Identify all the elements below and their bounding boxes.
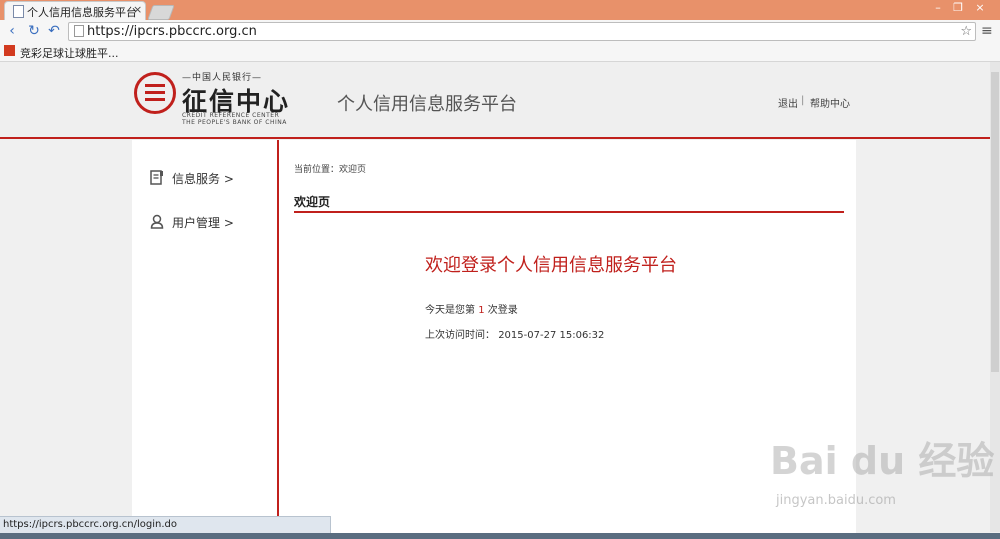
sidebar-item-label: 用户管理 > bbox=[172, 216, 234, 230]
logo-en-line1: CREDIT REFERENCE CENTER bbox=[182, 112, 280, 119]
scrollbar-thumb[interactable] bbox=[991, 72, 999, 372]
sidebar-item-label: 信息服务 > bbox=[172, 172, 234, 186]
browser-toolbar: ‹ ↻ ↶ https://ipcrs.pbccrc.org.cn ☆ ≡ bbox=[0, 20, 1000, 42]
watermark-url: jingyan.baidu.com bbox=[776, 493, 896, 508]
sidebar-item-user-management[interactable]: 用户管理 > bbox=[150, 213, 270, 233]
content-panel: 信息服务 > 用户管理 > 当前位置：欢迎页 欢迎页 欢迎登录个人信用信息服务平… bbox=[132, 140, 856, 539]
tab-close-icon[interactable]: × bbox=[133, 3, 142, 16]
sidebar-item-info-service[interactable]: 信息服务 > bbox=[150, 169, 270, 189]
section-divider bbox=[294, 211, 844, 213]
url-text[interactable]: https://ipcrs.pbccrc.org.cn bbox=[87, 23, 257, 40]
document-icon bbox=[150, 170, 163, 185]
help-center-link[interactable]: 帮助中心 bbox=[810, 95, 850, 110]
header-separator: | bbox=[801, 95, 805, 106]
last-visit-value: 2015-07-27 15:06:32 bbox=[498, 330, 605, 341]
login-count-number: 1 bbox=[478, 305, 485, 316]
new-tab-button[interactable] bbox=[147, 5, 175, 20]
login-suffix: 次登录 bbox=[487, 305, 518, 316]
os-taskbar bbox=[0, 533, 1000, 539]
status-url: https://ipcrs.pbccrc.org.cn/login.do bbox=[3, 519, 178, 530]
left-nav: 信息服务 > 用户管理 > bbox=[132, 140, 279, 539]
restore-button[interactable]: ❐ bbox=[950, 2, 966, 14]
login-count-text: 今天是您第 1 次登录 bbox=[425, 301, 518, 316]
bookmark-bar: 竞彩足球让球胜平... bbox=[0, 42, 1000, 62]
reload-icon[interactable]: ↻ bbox=[26, 23, 42, 39]
platform-title: 个人信用信息服务平台 bbox=[337, 94, 517, 115]
tab-title: 个人信用信息服务平台 bbox=[27, 6, 137, 19]
page-icon bbox=[13, 5, 24, 18]
login-prefix: 今天是您第 bbox=[425, 305, 475, 316]
bookmark-favicon-icon bbox=[4, 45, 15, 56]
browser-tab[interactable]: 个人信用信息服务平台 × bbox=[4, 1, 146, 21]
site-header: —中国人民银行— 征信中心 CREDIT REFERENCE CENTER TH… bbox=[0, 62, 990, 139]
minimize-button[interactable]: – bbox=[930, 2, 946, 14]
logo-en-line2: THE PEOPLE'S BANK OF CHINA bbox=[182, 119, 287, 126]
section-title: 欢迎页 bbox=[294, 195, 331, 209]
close-window-button[interactable]: × bbox=[972, 2, 988, 14]
back-arrow-icon[interactable]: ‹ bbox=[4, 23, 20, 39]
logout-link[interactable]: 退出 bbox=[778, 95, 798, 110]
baidu-watermark: Bai du 经验 bbox=[770, 439, 995, 483]
bookmark-star-icon[interactable]: ☆ bbox=[960, 23, 972, 40]
breadcrumb: 当前位置：欢迎页 bbox=[294, 165, 367, 175]
menu-icon[interactable]: ≡ bbox=[981, 23, 993, 39]
welcome-heading: 欢迎登录个人信用信息服务平台 bbox=[425, 255, 677, 276]
browser-titlebar: 个人信用信息服务平台 × – ❐ × bbox=[0, 0, 1000, 21]
url-page-icon bbox=[74, 25, 84, 37]
last-visit-text: 上次访问时间： 2015-07-27 15:06:32 bbox=[425, 326, 604, 341]
bookmark-item[interactable]: 竞彩足球让球胜平... bbox=[20, 45, 119, 61]
last-visit-label: 上次访问时间： bbox=[425, 330, 495, 341]
undo-icon[interactable]: ↶ bbox=[46, 23, 62, 39]
credit-center-emblem-icon bbox=[134, 72, 176, 114]
user-icon bbox=[150, 214, 164, 229]
address-bar[interactable]: https://ipcrs.pbccrc.org.cn ☆ bbox=[68, 22, 976, 41]
